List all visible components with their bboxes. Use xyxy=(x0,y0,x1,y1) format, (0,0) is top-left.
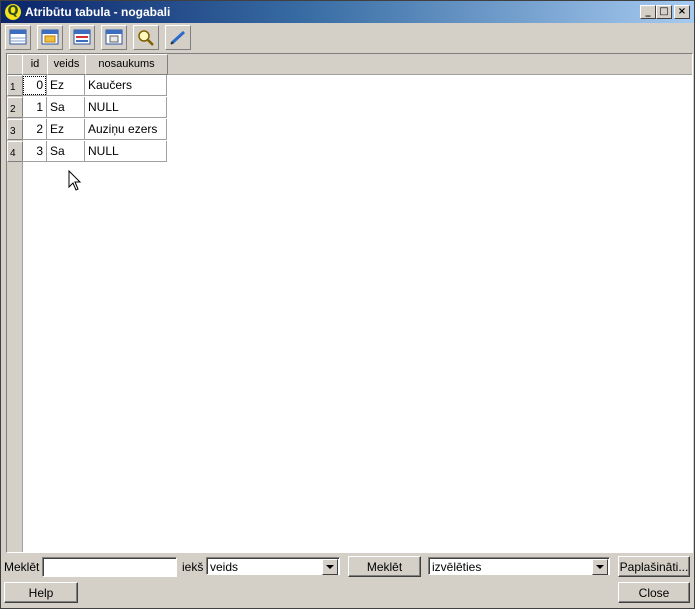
column-header-nosaukums[interactable]: nosaukums xyxy=(85,54,168,75)
table-icon xyxy=(9,29,27,45)
toggle-editing-button[interactable] xyxy=(165,25,191,50)
search-label: Meklēt xyxy=(4,560,40,574)
table-button[interactable] xyxy=(5,25,31,50)
table-copy-icon xyxy=(105,29,123,45)
table-corner-button[interactable] xyxy=(7,54,23,75)
search-mode-combo[interactable]: izvēlēties xyxy=(428,557,610,575)
copy-rows-button[interactable] xyxy=(101,25,127,50)
table-cell-veids[interactable]: Ez xyxy=(47,75,85,96)
row-header[interactable]: 1 xyxy=(7,75,23,96)
table-select-icon xyxy=(41,29,59,45)
qgis-app-icon: Q xyxy=(5,4,21,20)
table-invert-icon xyxy=(73,29,91,45)
table-cell-nosaukums[interactable]: NULL xyxy=(85,141,167,162)
search-input[interactable] xyxy=(42,557,177,577)
table-cell-veids[interactable]: Ez xyxy=(47,119,85,140)
title-bar[interactable]: Q Atribūtu tabula - nogabali _ □ × xyxy=(1,1,694,23)
table-cell-nosaukums[interactable]: Auziņu ezers xyxy=(85,119,167,140)
advanced-search-button[interactable]: Paplašināti... xyxy=(618,556,690,577)
help-button[interactable]: Help xyxy=(4,582,78,603)
minimize-button[interactable]: _ xyxy=(640,5,656,19)
invert-selection-button[interactable] xyxy=(69,25,95,50)
table-cell-nosaukums[interactable]: NULL xyxy=(85,97,167,118)
close-window-button[interactable]: × xyxy=(674,5,690,19)
zoom-to-selection-button[interactable] xyxy=(133,25,159,50)
attribute-table-window: Q Atribūtu tabula - nogabali _ □ × id ve… xyxy=(0,0,695,609)
search-field-value: veids xyxy=(210,560,239,574)
table-cell-id[interactable]: 2 xyxy=(22,119,47,140)
chevron-down-icon[interactable] xyxy=(322,559,338,575)
select-all-button[interactable] xyxy=(37,25,63,50)
row-header[interactable]: 3 xyxy=(7,119,23,140)
close-button[interactable]: Close xyxy=(618,582,690,603)
row-header[interactable]: 4 xyxy=(7,141,23,162)
maximize-button[interactable]: □ xyxy=(656,5,672,19)
table-cell-id[interactable]: 1 xyxy=(22,97,47,118)
search-field-combo[interactable]: veids xyxy=(206,557,340,575)
window-title: Atribūtu tabula - nogabali xyxy=(25,5,171,19)
table-cell-veids[interactable]: Sa xyxy=(47,97,85,118)
zoom-to-selection-icon xyxy=(138,30,154,46)
table-cell-id[interactable]: 3 xyxy=(22,141,47,162)
table-cell-veids[interactable]: Sa xyxy=(47,141,85,162)
column-header-veids[interactable]: veids xyxy=(47,54,86,75)
column-header-id[interactable]: id xyxy=(22,54,48,75)
chevron-down-icon[interactable] xyxy=(592,559,608,575)
attribute-table: id veids nosaukums 1 0 Ez Kaučers 2 1 Sa… xyxy=(6,53,693,553)
search-button[interactable]: Meklēt xyxy=(348,556,421,577)
search-mode-value: izvēlēties xyxy=(432,560,482,574)
search-in-label: iekš xyxy=(182,560,204,574)
table-cell-id[interactable]: 0 xyxy=(22,75,47,96)
mouse-cursor-icon xyxy=(68,170,82,191)
table-cell-nosaukums[interactable]: Kaučers xyxy=(85,75,167,96)
edit-pencil-icon xyxy=(170,30,186,45)
row-header[interactable]: 2 xyxy=(7,97,23,118)
